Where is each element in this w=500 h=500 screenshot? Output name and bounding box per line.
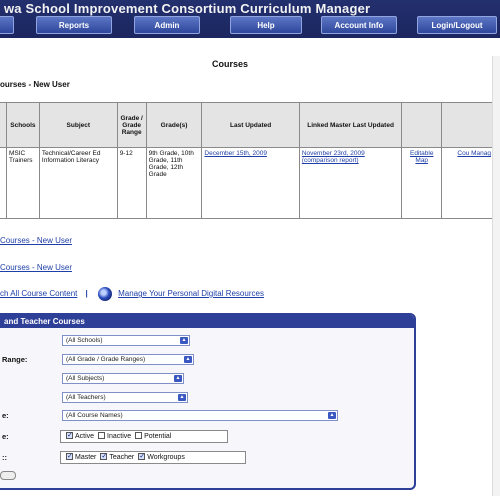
- table-row: MSIC Trainers Technical/Career Ed Inform…: [0, 147, 494, 219]
- subjects-select[interactable]: (All Subjects) ▲: [62, 373, 184, 384]
- status-options: Active Inactive Potential: [60, 430, 228, 443]
- nav-button-reports[interactable]: Reports: [36, 16, 112, 34]
- course-type-options: Master Teacher Workgroups: [60, 451, 246, 464]
- grade-range-select[interactable]: (All Grade / Grade Ranges) ▲: [62, 354, 194, 365]
- dropdown-arrow-icon: ▲: [184, 356, 192, 363]
- cell-course-manager: Cou Manag: [441, 147, 494, 219]
- course-manager-link[interactable]: Cou Manag: [457, 150, 491, 157]
- courses-table: Schools Subject Grade / Grade Range Grad…: [0, 102, 494, 219]
- comparison-report-link[interactable]: November 23rd, 2009 (comparison report): [302, 150, 365, 164]
- inactive-label: Inactive: [107, 433, 132, 440]
- subjects-select-value: (All Subjects): [66, 375, 105, 382]
- nav-button-login-logout[interactable]: Login/Logout: [417, 16, 497, 34]
- course-names-select-value: (All Course Names): [66, 412, 123, 419]
- cell-subject: Technical/Career Ed Information Literacy: [38, 147, 118, 219]
- digital-resources-icon[interactable]: [97, 287, 112, 301]
- schools-select[interactable]: (All Schools) ▲: [62, 335, 190, 346]
- resources-bar: ch All Course Content | Manage Your Pers…: [0, 287, 264, 303]
- cell-linked-master: November 23rd, 2009 (comparison report): [298, 147, 403, 219]
- cell-grades: 9th Grade, 10th Grade, 11th Grade, 12th …: [145, 147, 203, 219]
- schools-select-value: (All Schools): [66, 337, 103, 344]
- potential-checkbox[interactable]: [135, 432, 143, 440]
- course-filter-panel: and Teacher Courses (All Schools) ▲ Rang…: [0, 313, 416, 490]
- potential-label: Potential: [144, 433, 172, 440]
- search-all-course-content-link[interactable]: ch All Course Content: [0, 289, 77, 298]
- workgroups-checkbox[interactable]: [138, 451, 146, 462]
- grade-range-label: Range:: [2, 355, 28, 364]
- course-names-select[interactable]: (All Course Names) ▲: [62, 410, 338, 421]
- nav-button-account-info[interactable]: Account Info: [321, 16, 397, 34]
- course-type-label: ::: [2, 453, 7, 462]
- active-label: Active: [75, 433, 95, 440]
- editable-map-link[interactable]: Editable Map: [410, 150, 434, 164]
- table-header-row: Schools Subject Grade / Grade Range Grad…: [0, 102, 494, 148]
- manage-digital-resources-link[interactable]: Manage Your Personal Digital Resources: [118, 289, 264, 298]
- teachers-select[interactable]: (All Teachers) ▲: [62, 392, 188, 403]
- app-title: wa School Improvement Consortium Curricu…: [4, 1, 371, 16]
- column-header: [401, 102, 443, 148]
- active-checkbox[interactable]: [66, 430, 73, 441]
- teacher-checkbox[interactable]: [100, 451, 108, 462]
- status-label: e:: [2, 432, 9, 441]
- master-checkbox[interactable]: [66, 451, 73, 462]
- column-header-last-updated: Last Updated: [201, 102, 300, 148]
- inactive-checkbox[interactable]: [98, 432, 106, 440]
- cell-last-updated: December 15th, 2009: [201, 147, 300, 219]
- teacher-label: Teacher: [109, 454, 135, 461]
- courses-new-user-link[interactable]: Courses - New User: [0, 236, 72, 245]
- panel-title: and Teacher Courses: [0, 315, 414, 328]
- submit-button[interactable]: [0, 471, 16, 480]
- column-header-grades: Grade(s): [145, 102, 203, 148]
- course-name-label: e:: [2, 411, 9, 420]
- last-updated-link[interactable]: December 15th, 2009: [204, 150, 267, 157]
- column-header-linked-master: Linked Master Last Updated: [298, 102, 403, 148]
- dropdown-arrow-icon: ▲: [174, 375, 182, 382]
- nav-button-admin[interactable]: Admin: [134, 16, 200, 34]
- workgroups-label: Workgroups: [147, 454, 185, 461]
- teachers-select-value: (All Teachers): [66, 394, 106, 401]
- vertical-scrollbar[interactable]: [492, 56, 500, 496]
- nav-button-help[interactable]: Help: [230, 16, 302, 34]
- nav-button-first[interactable]: [0, 16, 14, 34]
- dropdown-arrow-icon: ▲: [328, 412, 336, 419]
- page-title: Courses: [211, 59, 248, 69]
- cell-editable-map: Editable Map: [401, 147, 443, 219]
- cell-grade-range: 9-12: [116, 147, 147, 219]
- dropdown-arrow-icon: ▲: [178, 394, 186, 401]
- column-header-subject: Subject: [38, 102, 118, 148]
- section-title: ourses - New User: [0, 80, 70, 89]
- master-label: Master: [75, 454, 97, 461]
- cell-schools: MSIC Trainers: [5, 147, 40, 219]
- grade-range-select-value: (All Grade / Grade Ranges): [66, 356, 146, 363]
- link-separator: |: [85, 289, 88, 299]
- app-header: wa School Improvement Consortium Curricu…: [0, 0, 500, 38]
- column-header: [441, 102, 494, 148]
- column-header-grade-range: Grade / Grade Range: [116, 102, 147, 148]
- courses-new-user-link-2[interactable]: Courses - New User: [0, 263, 72, 272]
- column-header-schools: Schools: [5, 102, 40, 148]
- dropdown-arrow-icon: ▲: [180, 337, 188, 344]
- main-nav: Reports Admin Help Account Info Login/Lo…: [0, 16, 500, 36]
